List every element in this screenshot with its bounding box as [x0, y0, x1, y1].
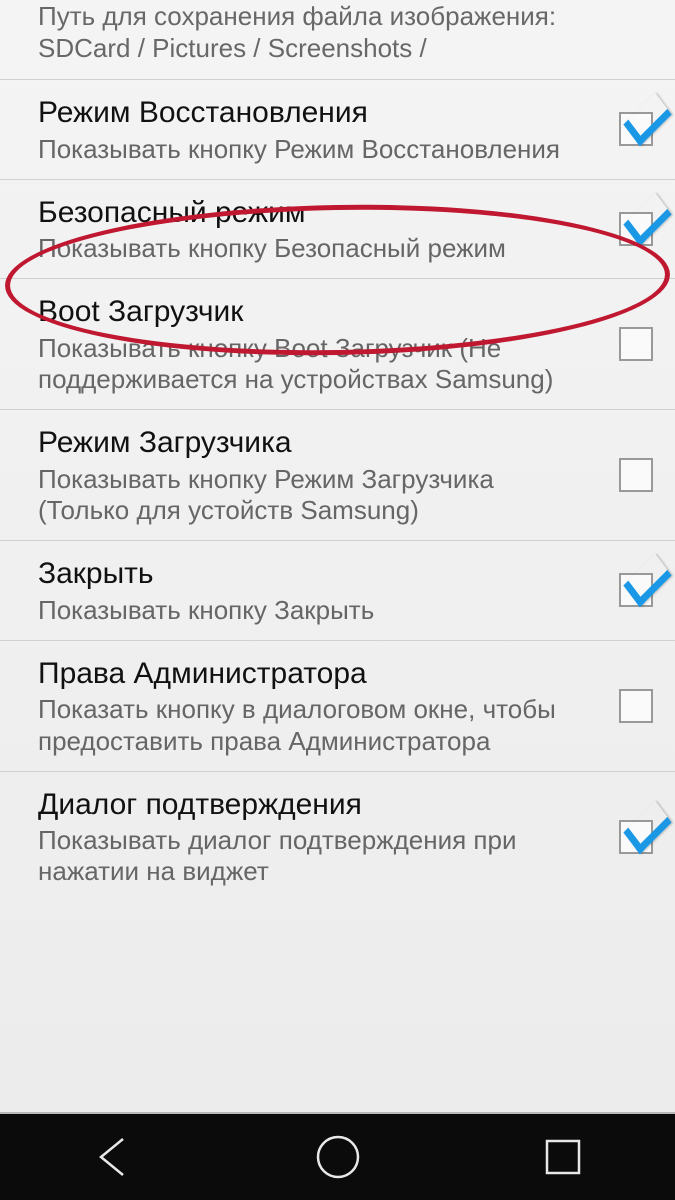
setting-text: Режим Загрузчика Показывать кнопку Режим…	[38, 424, 593, 526]
setting-control	[593, 112, 653, 146]
setting-row-bootloader-mode[interactable]: Режим Загрузчика Показывать кнопку Режим…	[0, 410, 675, 541]
setting-title: Boot Загрузчик	[38, 293, 583, 331]
checkbox-safe-mode[interactable]	[619, 212, 653, 246]
setting-control	[593, 820, 653, 854]
setting-text: Права Администратора Показать кнопку в д…	[38, 655, 593, 757]
setting-control	[593, 573, 653, 607]
checkbox-recovery-mode[interactable]	[619, 112, 653, 146]
settings-list: Путь для сохранения файла изображения: S…	[0, 0, 675, 1112]
setting-subtitle: Показывать кнопку Закрыть	[38, 595, 583, 626]
setting-title: Права Администратора	[38, 655, 583, 693]
setting-title: Режим Загрузчика	[38, 424, 583, 462]
checkbox-admin-rights[interactable]	[619, 689, 653, 723]
setting-subtitle: Показывать кнопку Безопасный режим	[38, 233, 583, 264]
setting-subtitle: Показывать кнопку Режим Восстановления	[38, 134, 583, 165]
nav-recent-button[interactable]	[503, 1122, 623, 1192]
setting-text: Путь для сохранения файла изображения: S…	[38, 1, 593, 63]
setting-text: Диалог подтверждения Показывать диалог п…	[38, 786, 593, 888]
setting-text: Режим Восстановления Показывать кнопку Р…	[38, 94, 593, 165]
setting-row-safe-mode[interactable]: Безопасный режим Показывать кнопку Безоп…	[0, 180, 675, 280]
setting-row-close[interactable]: Закрыть Показывать кнопку Закрыть	[0, 541, 675, 641]
recent-apps-icon	[543, 1137, 583, 1177]
setting-subtitle: Путь для сохранения файла изображения: S…	[38, 1, 583, 63]
checkbox-bootloader-mode[interactable]	[619, 458, 653, 492]
navigation-bar	[0, 1112, 675, 1200]
setting-subtitle: Показывать кнопку Boot Загрузчик (Не под…	[38, 333, 583, 395]
setting-title: Режим Восстановления	[38, 94, 583, 132]
setting-title: Диалог подтверждения	[38, 786, 583, 824]
setting-control	[593, 458, 653, 492]
setting-text: Закрыть Показывать кнопку Закрыть	[38, 555, 593, 626]
setting-row-screenshot-path[interactable]: Путь для сохранения файла изображения: S…	[0, 0, 675, 80]
setting-control	[593, 689, 653, 723]
checkbox-boot-loader[interactable]	[619, 327, 653, 361]
setting-subtitle: Показывать кнопку Режим Загрузчика (Толь…	[38, 464, 583, 526]
setting-text: Boot Загрузчик Показывать кнопку Boot За…	[38, 293, 593, 395]
setting-title: Безопасный режим	[38, 194, 583, 232]
checkbox-confirm-dialog[interactable]	[619, 820, 653, 854]
setting-title: Закрыть	[38, 555, 583, 593]
setting-row-confirm-dialog[interactable]: Диалог подтверждения Показывать диалог п…	[0, 772, 675, 902]
setting-row-admin-rights[interactable]: Права Администратора Показать кнопку в д…	[0, 641, 675, 772]
checkbox-close[interactable]	[619, 573, 653, 607]
setting-control	[593, 212, 653, 246]
setting-row-recovery-mode[interactable]: Режим Восстановления Показывать кнопку Р…	[0, 80, 675, 180]
setting-subtitle: Показывать диалог подтверждения при нажа…	[38, 825, 583, 887]
setting-subtitle: Показать кнопку в диалоговом окне, чтобы…	[38, 694, 583, 756]
setting-row-boot-loader[interactable]: Boot Загрузчик Показывать кнопку Boot За…	[0, 279, 675, 410]
nav-back-button[interactable]	[53, 1122, 173, 1192]
back-icon	[93, 1135, 133, 1179]
home-icon	[315, 1134, 361, 1180]
setting-text: Безопасный режим Показывать кнопку Безоп…	[38, 194, 593, 265]
nav-home-button[interactable]	[278, 1122, 398, 1192]
setting-control	[593, 327, 653, 361]
